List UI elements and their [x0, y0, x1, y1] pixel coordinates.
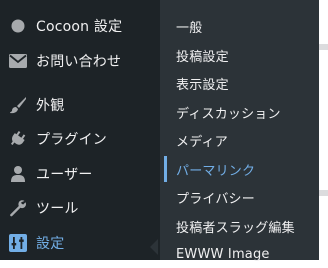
content-fragment [319, 44, 328, 50]
submenu-item-permalinks[interactable]: パーマリンク [160, 155, 319, 183]
mail-icon [8, 51, 28, 71]
menu-item-label: ユーザー [36, 167, 93, 183]
menu-item-label: 設定 [36, 236, 65, 252]
active-indicator [164, 156, 167, 182]
submenu-item-general[interactable]: 一般 [160, 12, 319, 40]
submenu-item-label: 投稿者スラッグ編集 [176, 220, 295, 236]
submenu-item-label: 投稿設定 [176, 49, 229, 65]
menu-item-users[interactable]: ユーザー [0, 157, 160, 191]
menu-item-cocoon-settings[interactable]: Cocoon 設定 [0, 9, 160, 43]
menu-item-contact[interactable]: お問い合わせ [0, 44, 160, 78]
admin-sidebar: Cocoon 設定 お問い合わせ 外観 プラグイン ユーザー ツール 設定 [0, 0, 160, 260]
submenu-item-writing[interactable]: 投稿設定 [160, 41, 319, 69]
settings-submenu-flyout: 一般 投稿設定 表示設定 ディスカッション メディア パーマリンク プライバシー… [160, 0, 319, 262]
paintbrush-icon [8, 95, 28, 115]
submenu-item-label: EWWW Image [176, 246, 270, 262]
menu-item-label: ツール [36, 201, 79, 217]
submenu-item-media[interactable]: メディア [160, 126, 319, 154]
menu-item-label: プラグイン [36, 132, 107, 148]
menu-item-tools[interactable]: ツール [0, 191, 160, 225]
submenu-item-label: メディア [176, 134, 228, 150]
menu-item-settings[interactable]: 設定 [0, 226, 160, 260]
submenu-item-label: プライバシー [176, 191, 255, 207]
submenu-item-author-slug-edit[interactable]: 投稿者スラッグ編集 [160, 212, 319, 240]
submenu-item-discussion[interactable]: ディスカッション [160, 98, 319, 126]
menu-item-plugins[interactable]: プラグイン [0, 122, 160, 156]
submenu-item-reading[interactable]: 表示設定 [160, 69, 319, 97]
user-icon [8, 164, 28, 184]
current-menu-arrow [150, 239, 158, 255]
submenu-item-label: パーマリンク [176, 163, 256, 179]
wrench-icon [8, 198, 28, 218]
menu-item-label: お問い合わせ [36, 54, 122, 70]
submenu-item-label: 表示設定 [176, 77, 229, 93]
main-content-edge [319, 0, 328, 260]
menu-item-label: 外観 [36, 98, 65, 114]
settings-sliders-icon [8, 233, 28, 253]
cocoon-circle-icon [8, 16, 28, 36]
menu-item-appearance[interactable]: 外観 [0, 88, 160, 122]
submenu-item-label: ディスカッション [176, 106, 281, 122]
submenu-item-privacy[interactable]: プライバシー [160, 183, 319, 211]
plugin-icon [8, 129, 28, 149]
submenu-item-ewww-image[interactable]: EWWW Image [160, 240, 319, 268]
content-fragment [319, 190, 328, 196]
menu-item-label: Cocoon 設定 [36, 19, 123, 35]
submenu-item-label: 一般 [176, 20, 203, 36]
